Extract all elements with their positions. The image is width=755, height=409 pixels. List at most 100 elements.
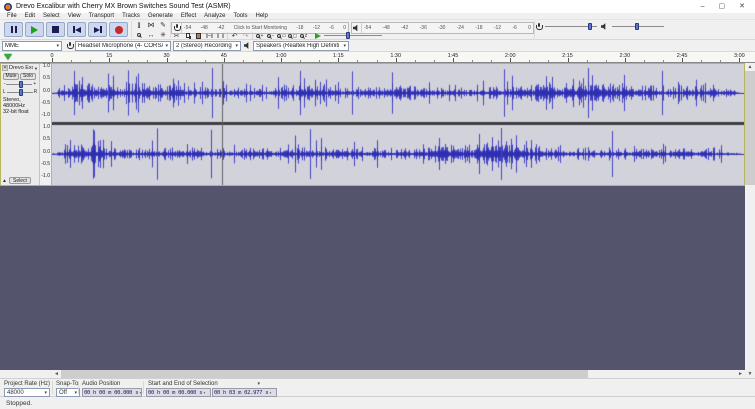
selection-range-group: Start and End of Selection ▾ 00 h 00 m 00… [146,380,277,397]
timeline-minor-tick [204,60,206,62]
pan-slider-thumb[interactable] [19,88,24,96]
snap-to-select[interactable]: Off ▾ [56,388,80,397]
vertical-scroll-thumb[interactable] [745,71,755,185]
window-controls: – ▢ ✕ [701,0,751,13]
redo-button[interactable]: ↷ [240,31,251,40]
recording-device-select[interactable]: Headset Microphone (4- CORSAIR ▾ [75,41,171,51]
play-at-speed-button[interactable] [315,32,321,39]
timeline-options-button[interactable] [4,54,12,60]
timeline-minor-tick [242,60,244,62]
silence-audio-button[interactable] [215,31,226,40]
selection-mode-select[interactable]: Start and End of Selection ▾ [146,380,262,388]
menu-item-help[interactable]: Help [251,13,271,20]
paste-button[interactable] [193,31,204,40]
copy-icon [185,33,190,38]
menu-bar: File Edit Select View Transport Tracks Generat… [0,13,755,20]
draw-tool-button[interactable]: ✎ [157,20,169,30]
fit-project-button[interactable]: ◻ [287,31,298,40]
time-shift-icon: ↔ [147,31,155,39]
mute-button[interactable]: Mute [3,72,19,80]
scroll-down-arrow[interactable]: ▼ [745,370,755,378]
selection-start-field[interactable]: 00 h 00 m 00.000 s ▾ [146,388,211,397]
pan-slider[interactable] [6,88,33,97]
audio-host-select[interactable]: MME ▾ [2,41,62,51]
playback-volume-slider[interactable] [612,22,664,31]
waveform[interactable] [52,64,744,185]
solo-button[interactable]: Solo [20,72,36,80]
ibeam-icon: I [137,20,141,30]
amplitude-scale-label: -0.5 [41,99,50,106]
skip-to-start-button[interactable] [67,22,86,37]
scroll-left-arrow[interactable]: ◄ [52,370,61,378]
gain-slider-thumb[interactable] [18,80,23,88]
menu-item-tools[interactable]: Tools [229,13,251,20]
menu-item-view[interactable]: View [64,13,85,20]
playback-volume-thumb[interactable] [634,23,639,30]
envelope-tool-button[interactable]: ⋈ [145,20,157,30]
stop-button[interactable] [46,22,65,37]
menu-item-generate[interactable]: Generate [144,13,177,20]
skip-to-end-button[interactable] [88,22,107,37]
silence-icon [217,33,224,38]
minimize-button[interactable]: – [701,0,705,13]
speed-slider-thumb[interactable] [346,32,351,39]
paste-icon [196,32,201,39]
selection-tool-button[interactable]: I [133,20,145,30]
zoom-toggle-button[interactable]: z [298,31,309,40]
timeline-minor-tick [319,60,321,62]
vertical-scale-ruler[interactable]: 1.0 0.5 0.0 -0.5 -1.0 1.0 0.5 0.0 -0.5 -1.0 [40,64,52,185]
track-close-button[interactable]: ✕ [2,65,8,71]
audio-track: ✕ Drevo Excal ▼ Mute Solo - + L R Stereo… [0,63,745,186]
menu-item-effect[interactable]: Effect [177,13,200,20]
horizontal-scrollbar[interactable]: ◄ ► [0,370,755,378]
close-button[interactable]: ✕ [739,0,745,13]
timeline-minor-tick [300,60,302,62]
menu-item-edit[interactable]: Edit [21,13,39,20]
playback-device-select[interactable]: Speakers (Realtek High Definiti ▾ [253,41,349,51]
zoom-out-button[interactable]: − [265,31,276,40]
vertical-scrollbar[interactable]: ▲ ▼ [745,63,755,378]
scroll-right-arrow[interactable]: ► [736,370,745,378]
cut-button[interactable]: ✂ [171,31,182,40]
play-button[interactable] [25,22,44,37]
selection-end-field[interactable]: 00 h 03 m 02.977 s ▾ [212,388,277,397]
track-menu-arrow-icon[interactable]: ▼ [34,66,38,71]
menu-item-tracks[interactable]: Tracks [118,13,144,20]
menu-item-select[interactable]: Select [39,13,64,20]
audio-position-field[interactable]: 00 h 00 m 00.000 s ▾ [82,388,142,397]
fit-selection-button[interactable]: ▭ [276,31,287,40]
recording-volume-slider[interactable] [545,22,597,31]
edit-toolbar: ✂ ↶ ↷ + − ▭ ◻ z [171,31,309,40]
track-title[interactable]: Drevo Excal [9,65,33,71]
recording-volume-thumb[interactable] [588,23,593,30]
undo-button[interactable]: ↶ [229,31,240,40]
project-rate-select[interactable]: 48000 ▾ [4,388,50,397]
trim-audio-button[interactable] [204,31,215,40]
multi-tool-button[interactable]: ✳ [157,30,169,40]
snap-to-group: Snap-To Off ▾ [56,380,80,397]
track-area-background[interactable] [0,186,755,370]
scroll-up-arrow[interactable]: ▲ [745,63,755,71]
pan-right-label: R [33,89,38,95]
menu-item-transport[interactable]: Transport [85,13,118,20]
timeline-ruler[interactable]: 0 15 30 45 1:00 1:15 1:30 1:45 2:00 2:15 2:30 2:45 3… [0,52,755,63]
menu-item-file[interactable]: File [3,13,21,20]
amplitude-scale-label: 0.0 [43,87,50,94]
collapse-track-button[interactable]: ▲ [2,178,7,184]
zoom-out-icon [266,33,271,38]
zoom-in-button[interactable]: + [254,31,265,40]
time-shift-tool-button[interactable]: ↔ [145,30,157,40]
pause-button[interactable] [4,22,23,37]
menu-item-analyze[interactable]: Analyze [200,13,229,20]
playback-speed-slider[interactable] [324,31,382,40]
horizontal-scroll-thumb[interactable] [61,370,588,378]
copy-button[interactable] [182,31,193,40]
zoom-tool-button[interactable] [133,30,145,40]
envelope-icon: ⋈ [147,22,155,29]
record-button[interactable] [109,22,128,37]
recording-channels-select[interactable]: 2 (Stereo) Recording Cha▾ [173,41,241,51]
maximize-button[interactable]: ▢ [719,0,726,13]
track-select-button[interactable]: Select [8,177,31,184]
amplitude-scale-label: 1.0 [43,63,50,69]
selection-toolbar: Project Rate (Hz) 48000 ▾ Snap-To Off ▾ Au… [0,378,755,397]
